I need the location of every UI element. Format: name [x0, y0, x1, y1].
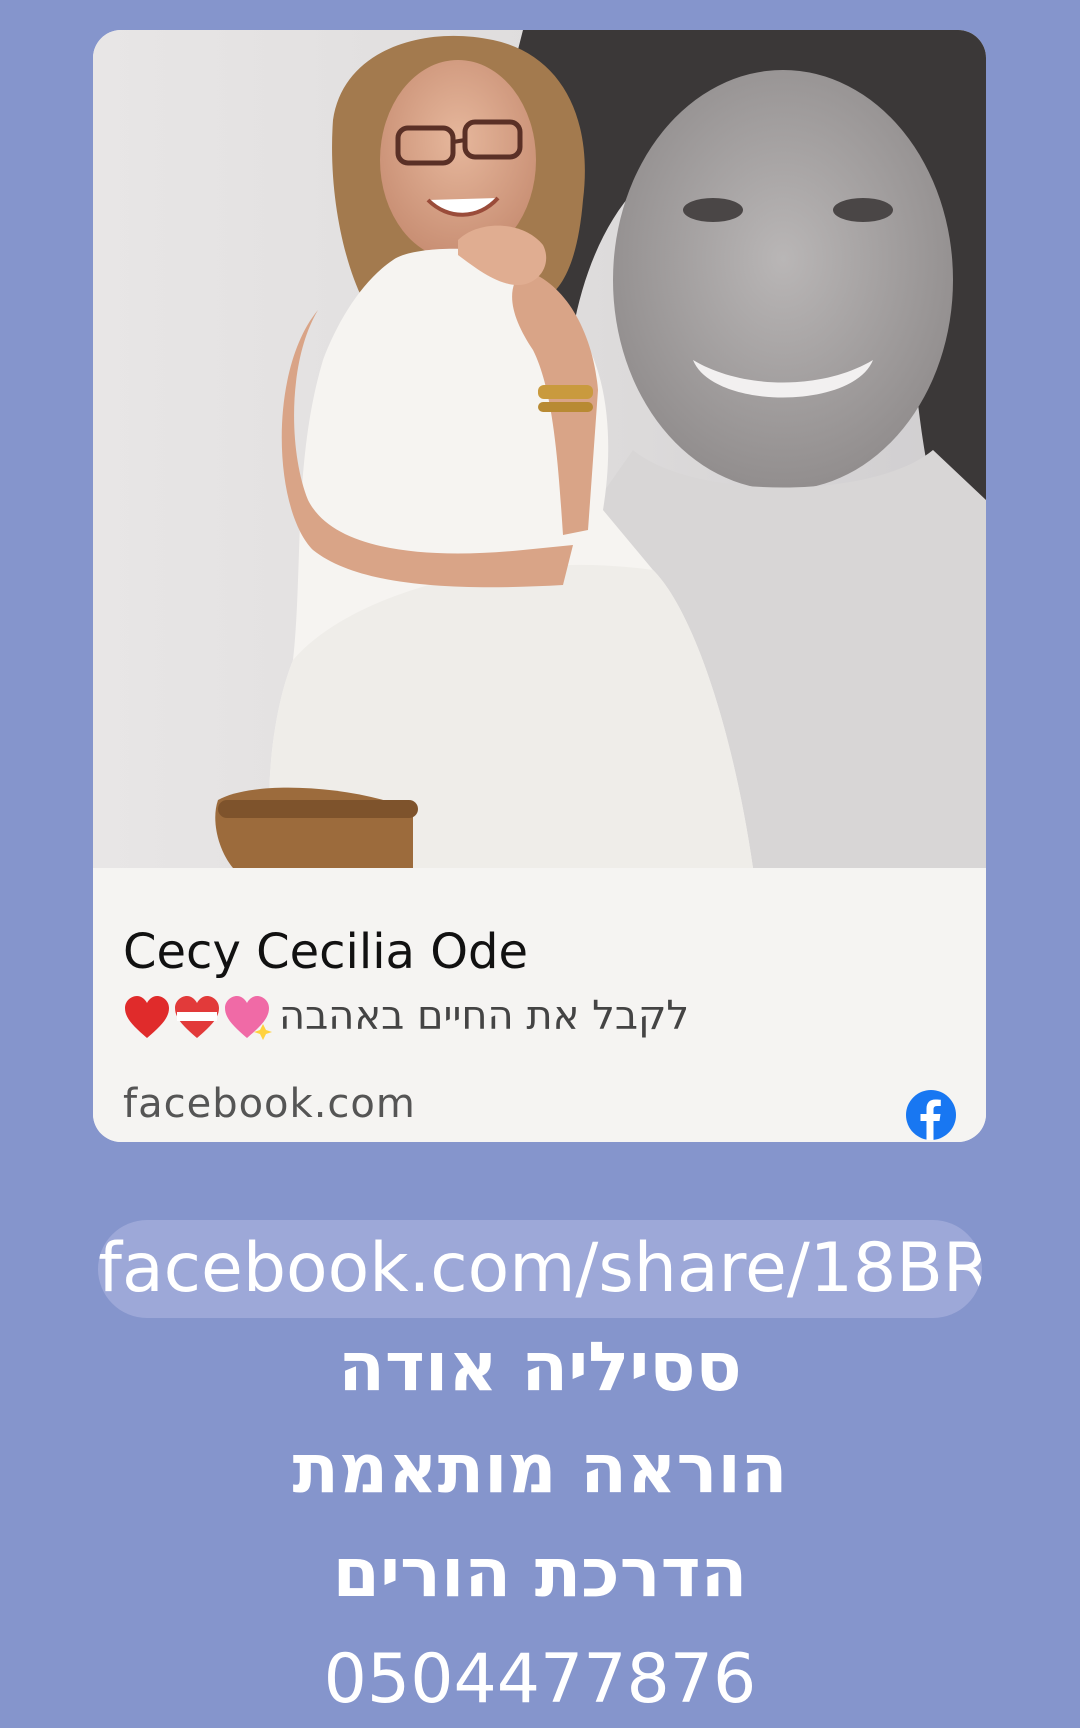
share-link[interactable]: facebook.com/share/18BRx... [98, 1220, 982, 1318]
portrait-photo [93, 30, 986, 868]
message-service-line: הוראה מותאמת [292, 1430, 788, 1509]
card-title: Cecy Cecilia Ode [123, 924, 528, 980]
message-service-line-2: הדרכת הורים [332, 1534, 748, 1613]
hearts-emoji-icon [125, 996, 272, 1040]
facebook-icon [906, 1090, 956, 1140]
card-description-text: לקבל את החיים באהבה [279, 993, 690, 1039]
phone-number[interactable]: 0504477876 [0, 1632, 1080, 1728]
message-name-line: ססיליה אודה [338, 1328, 742, 1407]
link-preview-card[interactable]: Cecy Cecilia Ode לקבל את החיים באהבה fac… [93, 30, 986, 1142]
card-info: Cecy Cecilia Ode לקבל את החיים באהבה fac… [93, 868, 986, 1142]
card-description: לקבל את החיים באהבה [123, 988, 883, 1044]
card-domain: facebook.com [123, 1081, 416, 1127]
